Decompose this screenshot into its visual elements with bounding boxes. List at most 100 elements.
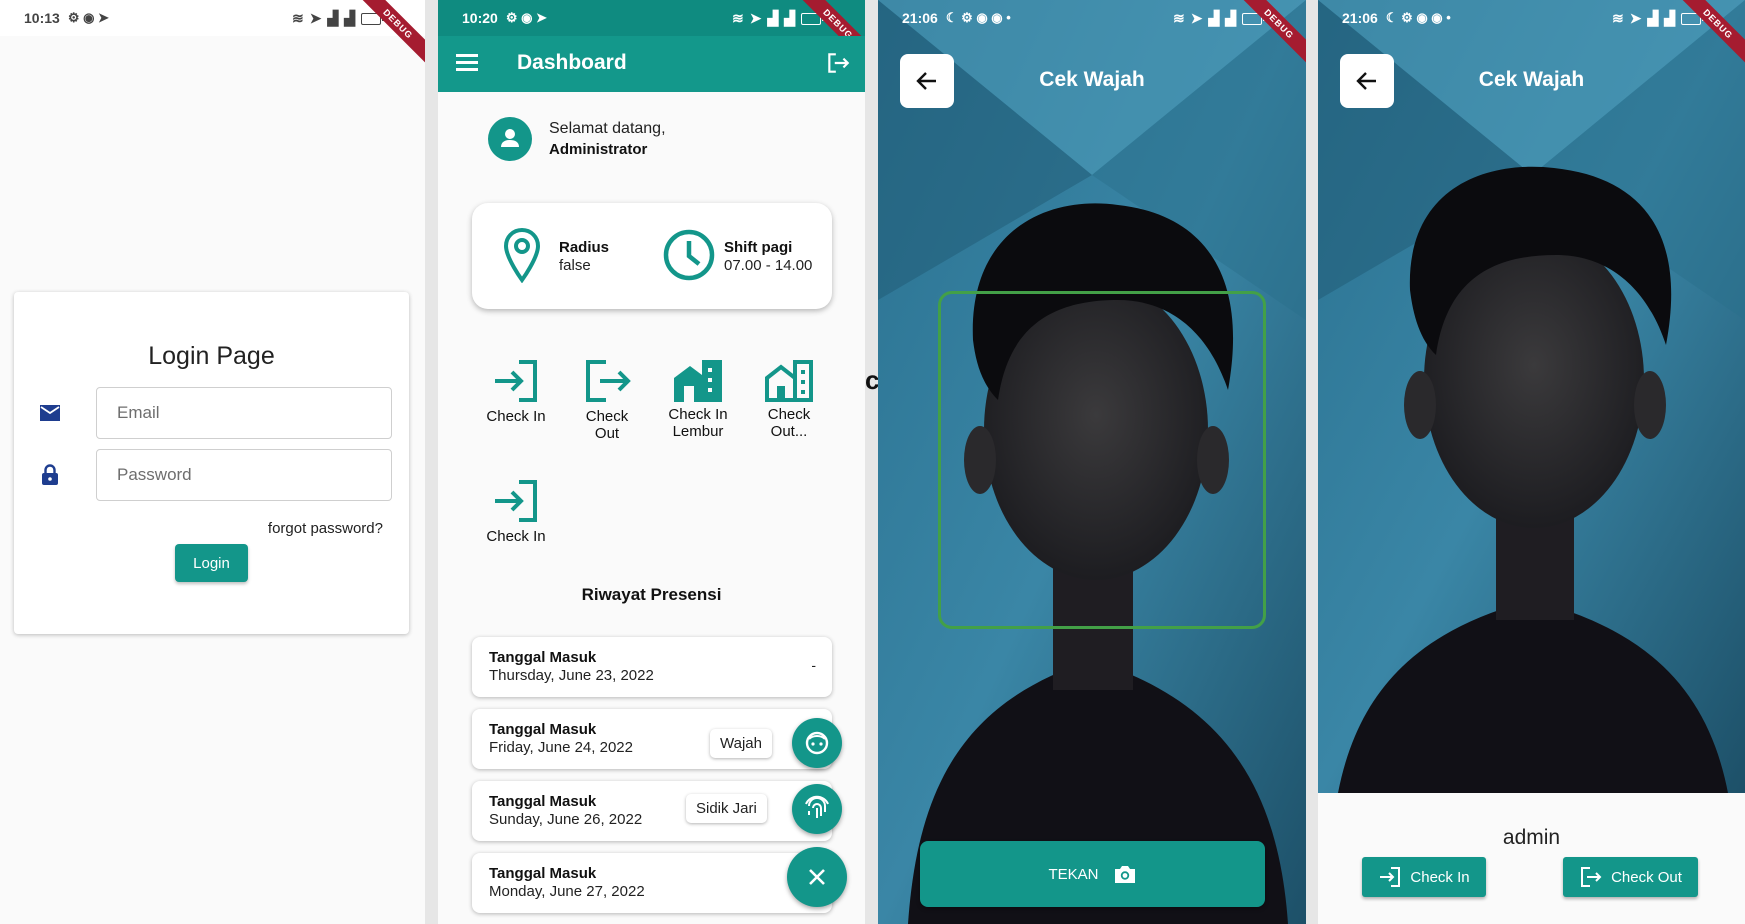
logout-icon (1581, 867, 1602, 887)
face-result-screen: 21:06 ☾ ⚙ ◉ ◉ • ≋ ➤ ▟ ▟ DEBUG Cek Wajah adm… (1318, 0, 1745, 924)
menu-label-line1: Check (585, 408, 629, 425)
fingerprint-fab[interactable] (792, 784, 842, 834)
capture-button[interactable]: TEKAN (920, 841, 1265, 907)
capture-button-label: TEKAN (1048, 865, 1099, 883)
status-bar: 10:13 ⚙ ◉ ➤ ≋ ➤ ▟ ▟ DEBUG (0, 0, 425, 69)
menu-check-out-lembur[interactable]: Check Out... (749, 358, 829, 440)
user-name: Administrator (549, 141, 648, 158)
page-title: Login Page (148, 342, 275, 370)
close-icon (809, 869, 825, 885)
history-item[interactable]: Tanggal Masuk Friday, June 24, 2022 (472, 709, 832, 769)
person-icon (501, 129, 519, 147)
page-title: Cek Wajah (1039, 68, 1145, 91)
history-item-title: Tanggal Masuk (489, 649, 597, 666)
screen-divider (1306, 0, 1318, 924)
notification-icons: ⚙ ◉ ➤ (67, 10, 109, 25)
radius-label: Radius (559, 239, 610, 256)
fingerprint-icon (805, 795, 829, 818)
login-button[interactable]: Login (175, 544, 248, 582)
menu-check-in-lembur[interactable]: Check In Lembur (658, 358, 738, 440)
check-out-button[interactable]: Check Out (1563, 857, 1698, 897)
status-time: 21:06 (1342, 10, 1378, 26)
captured-photo (1318, 0, 1745, 793)
history-item-title: Tanggal Masuk (489, 793, 597, 810)
history-item-date: Sunday, June 26, 2022 (489, 811, 643, 828)
history-item-date: Monday, June 27, 2022 (489, 883, 645, 900)
face-scan-screen: 21:06 ☾ ⚙ ◉ ◉ • ≋ ➤ ▟ ▟ DEBUG Cek Wajah TEK… (878, 0, 1306, 924)
dashboard-screen: 10:20 ⚙ ◉ ➤ ≋ ➤ ▟ ▟ DEBUG Dashboard Selamat… (438, 0, 865, 924)
status-time: 10:13 (24, 10, 60, 26)
system-icons: ≋ ➤ ▟ ▟ (1612, 10, 1704, 27)
status-time: 21:06 (902, 10, 938, 26)
menu-label: Check In (486, 408, 546, 425)
notification-icons: ⚙ ◉ ➤ (505, 10, 547, 25)
mail-icon (40, 405, 60, 421)
logout-icon[interactable] (825, 50, 851, 76)
building-outline-icon (765, 360, 813, 402)
menu-check-out[interactable]: Check Out (567, 358, 647, 442)
status-bar: 21:06 ☾ ⚙ ◉ ◉ • ≋ ➤ ▟ ▟ DEBUG (878, 0, 1306, 69)
recognized-username: admin (1502, 826, 1561, 849)
notification-icons: ☾ ⚙ ◉ ◉ • (1385, 10, 1451, 25)
logout-icon (586, 360, 631, 402)
check-in-button[interactable]: Check In (1362, 857, 1486, 897)
login-icon (1380, 867, 1401, 887)
history-item-title: Tanggal Masuk (489, 721, 597, 738)
face-scan-fab[interactable] (792, 718, 842, 768)
history-item-title: Tanggal Masuk (489, 865, 597, 882)
menu-label: Check In (486, 528, 546, 545)
system-icons: ≋ ➤ ▟ ▟ (292, 10, 384, 27)
fingerprint-chip-label[interactable]: Sidik Jari (686, 794, 767, 823)
forgot-password-link[interactable]: forgot password? (268, 520, 383, 537)
close-fab[interactable] (787, 847, 847, 907)
status-bar: 10:20 ⚙ ◉ ➤ ≋ ➤ ▟ ▟ DEBUG (438, 0, 865, 69)
face-chip-label[interactable]: Wajah (710, 729, 772, 758)
status-time: 10:20 (462, 10, 498, 26)
face-detection-box (938, 291, 1266, 629)
clock-icon (663, 229, 715, 281)
camera-icon (1114, 866, 1135, 883)
screen-divider (425, 0, 438, 924)
shift-value: 07.00 - 14.00 (724, 257, 813, 274)
system-icons: ≋ ➤ ▟ ▟ (732, 10, 824, 27)
history-item-date: Friday, June 24, 2022 (489, 739, 633, 756)
menu-label-line1: Check (767, 406, 811, 423)
menu-icon[interactable] (456, 54, 478, 72)
check-in-label: Check In (1410, 868, 1470, 886)
history-item-date: Thursday, June 23, 2022 (489, 667, 654, 684)
menu-label-line2: Out... (770, 423, 808, 440)
avatar (488, 117, 532, 161)
password-row (38, 449, 392, 501)
lock-icon (42, 464, 58, 485)
email-field[interactable] (96, 387, 392, 439)
shift-label: Shift pagi (724, 239, 793, 256)
system-icons: ≋ ➤ ▟ ▟ (1173, 10, 1265, 27)
menu-check-in-2[interactable]: Check In (476, 478, 556, 545)
menu-label-line2: Out (594, 425, 620, 442)
notification-icons: ☾ ⚙ ◉ ◉ • (945, 10, 1011, 25)
face-icon (805, 731, 829, 755)
history-item[interactable]: Tanggal Masuk Sunday, June 26, 2022 t (472, 781, 832, 841)
building-icon (674, 360, 722, 402)
location-pin-icon (503, 227, 541, 283)
page-title: Cek Wajah (1478, 68, 1585, 91)
screen-divider: c (865, 0, 879, 924)
app-bar: Dashboard (438, 36, 865, 92)
menu-check-in[interactable]: Check In (476, 358, 556, 425)
result-panel: admin Check In Check Out (1318, 793, 1745, 924)
password-field[interactable] (96, 449, 392, 501)
menu-label-line1: Check In (668, 406, 728, 423)
status-bar: 21:06 ☾ ⚙ ◉ ◉ • ≋ ➤ ▟ ▟ DEBUG (1318, 0, 1745, 69)
history-item-status: - (811, 657, 816, 673)
info-card: Radius false Shift pagi 07.00 - 14.00 (472, 203, 832, 309)
greeting-text: Selamat datang, (549, 120, 666, 137)
history-title: Riwayat Presensi (581, 585, 722, 604)
history-item[interactable]: Tanggal Masuk Monday, June 27, 2022 t (472, 853, 832, 913)
login-card: Login Page forgot password? Login (14, 292, 409, 634)
menu-label-line2: Lembur (672, 423, 724, 440)
login-screen: 10:13 ⚙ ◉ ➤ ≋➤▟▟ DEBUG Login Page forgot… (0, 0, 425, 924)
history-item[interactable]: Tanggal Masuk Thursday, June 23, 2022 - (472, 637, 832, 697)
login-icon (495, 480, 537, 522)
check-out-label: Check Out (1611, 868, 1682, 886)
app-bar-title: Dashboard (517, 51, 627, 74)
